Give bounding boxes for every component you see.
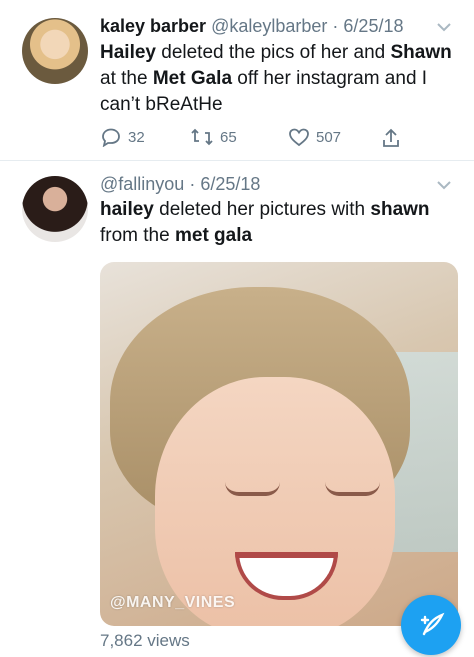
retweet-button[interactable]: 65: [190, 127, 237, 147]
compose-button[interactable]: [401, 595, 461, 655]
retweet-icon: [191, 128, 213, 146]
share-icon: [383, 128, 399, 147]
like-button[interactable]: 507: [288, 127, 341, 147]
retweet-count: 65: [220, 128, 237, 146]
share-button[interactable]: [380, 127, 402, 149]
compose-icon: [420, 612, 445, 636]
text-part: deleted her pictures with: [153, 199, 371, 220]
tweet-date[interactable]: 6/25/18: [343, 16, 403, 36]
reply-count: 32: [128, 128, 145, 146]
separator-dot: ·: [327, 16, 344, 36]
like-count: 507: [316, 128, 342, 146]
view-count: 7,862 views: [100, 631, 190, 650]
heart-icon: [289, 128, 309, 147]
reply-button[interactable]: 32: [100, 127, 145, 147]
author-name[interactable]: kaley barber: [100, 16, 206, 36]
tweet-header: @fallinyou · 6/25/18: [100, 174, 260, 195]
video-subject-eye: [225, 482, 280, 496]
video-subject-eye: [325, 482, 380, 496]
tweet-1[interactable]: kaley barber @kaleylbarber · 6/25/18 Hai…: [0, 0, 474, 161]
tweet-text: hailey deleted her pictures with shawn f…: [100, 197, 456, 249]
tweet-actions: 32 65 507: [100, 127, 420, 151]
text-part: shawn: [370, 199, 430, 220]
video-media[interactable]: @MANY_VINES: [100, 262, 458, 626]
author-handle[interactable]: @fallinyou: [100, 174, 184, 194]
author-handle[interactable]: @kaleylbarber: [211, 16, 327, 36]
avatar-kaley[interactable]: [22, 18, 88, 84]
reply-icon: [102, 128, 120, 147]
chevron-down-icon[interactable]: [436, 22, 452, 32]
separator-dot: ·: [184, 174, 201, 194]
text-part: Shawn: [390, 42, 452, 63]
text-part: deleted the pics of her and: [155, 42, 391, 63]
text-part: at the: [100, 68, 153, 89]
text-part: Met Gala: [152, 68, 233, 89]
tweet-date[interactable]: 6/25/18: [200, 174, 260, 194]
tweet-text: Hailey deleted the pics of her and Shawn…: [100, 40, 456, 118]
text-part: from the: [100, 225, 175, 246]
text-part: Hailey: [100, 42, 156, 63]
text-part: met gala: [174, 225, 253, 246]
tweet-2[interactable]: @fallinyou · 6/25/18 hailey deleted her …: [0, 161, 474, 657]
chevron-down-icon[interactable]: [436, 180, 452, 190]
tweet-header: kaley barber @kaleylbarber · 6/25/18: [100, 16, 403, 37]
video-watermark: @MANY_VINES: [110, 594, 236, 611]
text-part: hailey: [100, 199, 154, 220]
avatar-fallinyou[interactable]: [22, 176, 88, 242]
